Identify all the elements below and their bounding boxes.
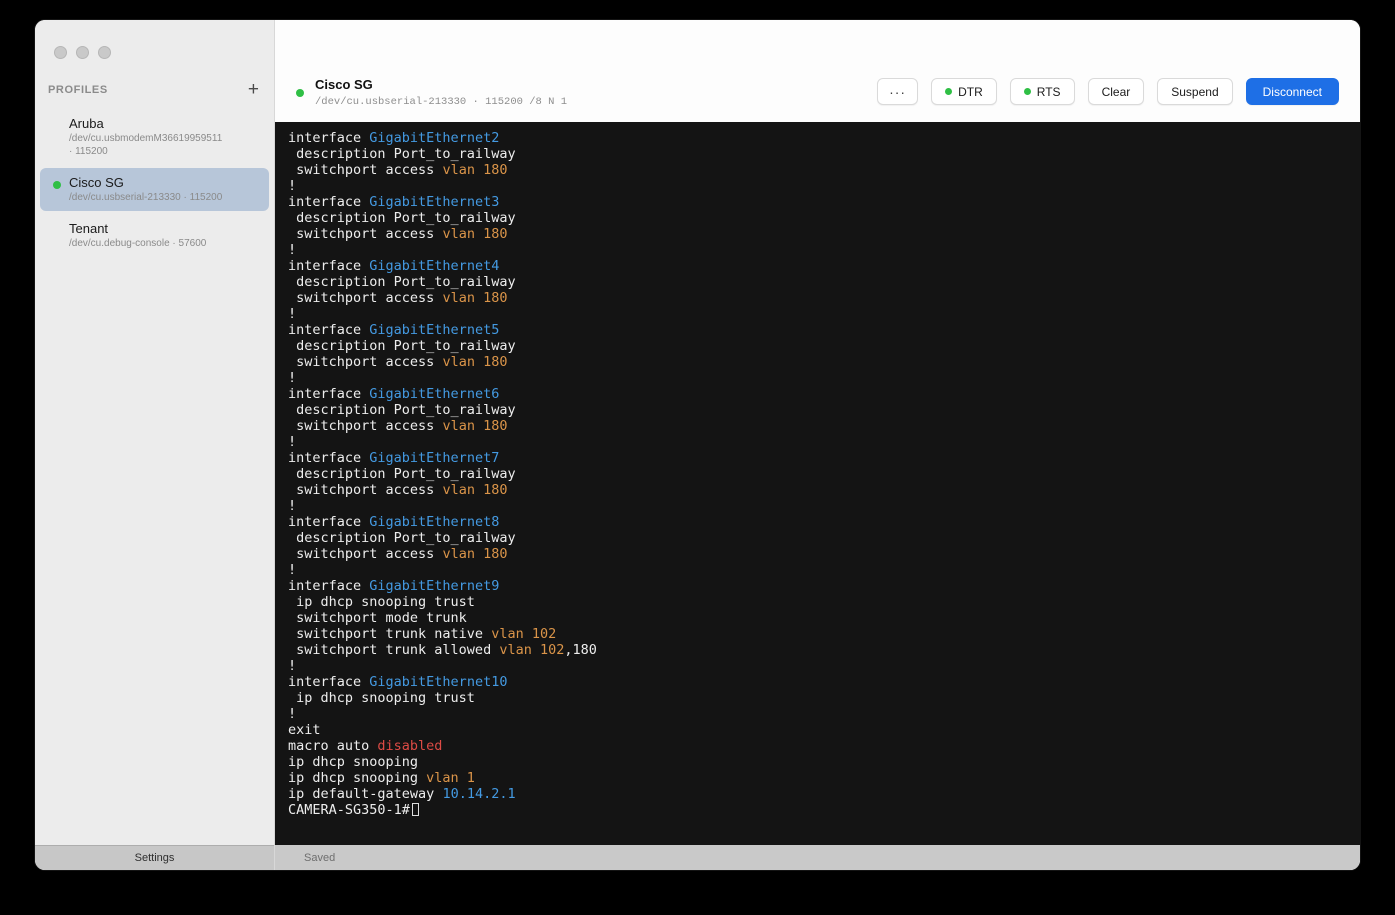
profile-name: Tenant [69, 221, 109, 236]
profile-detail: /dev/cu.usbserial-213330 · 115200 [69, 192, 223, 203]
connection-status-dot [53, 181, 61, 189]
terminal-line: interface GigabitEthernet8 [288, 514, 500, 530]
session-title: Cisco SG [315, 77, 373, 92]
terminal-line: ! [288, 706, 297, 722]
add-profile-button[interactable]: + [245, 80, 262, 99]
profile-list: Aruba/dev/cu.usbmodemM36619959511 · 1152… [35, 107, 274, 845]
main-pane: Cisco SG /dev/cu.usbserial-213330 · 1152… [275, 20, 1360, 870]
profile-detail: /dev/cu.usbmodemM36619959511 · 115200 [69, 133, 223, 157]
profiles-header: PROFILES [48, 84, 108, 96]
session-info: Cisco SG /dev/cu.usbserial-213330 · 1152… [296, 77, 567, 109]
terminal-line: switchport access vlan 180 [288, 482, 508, 498]
terminal-line: interface GigabitEthernet10 [288, 674, 508, 690]
save-status: Saved [304, 851, 336, 864]
session-titles: Cisco SG /dev/cu.usbserial-213330 · 1152… [315, 77, 567, 109]
disconnect-button[interactable]: Disconnect [1245, 78, 1339, 105]
terminal-prompt: CAMERA-SG350-1# [288, 802, 410, 818]
profile-detail: /dev/cu.debug-console · 57600 [69, 238, 207, 249]
dtr-label: DTR [958, 84, 983, 99]
terminal-line: interface GigabitEthernet9 [288, 578, 500, 594]
clear-button[interactable]: Clear [1087, 78, 1145, 105]
dtr-status-icon [945, 88, 953, 95]
connection-status-dot [53, 227, 61, 235]
terminal-line: ip default-gateway 10.14.2.1 [288, 786, 516, 802]
connection-status-dot [53, 122, 61, 130]
settings-button[interactable]: Settings [35, 845, 274, 870]
terminal-line: ! [288, 178, 297, 194]
terminal-line: description Port_to_railway [288, 466, 516, 482]
profile-texts: Tenant/dev/cu.debug-console · 57600 [69, 221, 206, 250]
close-button[interactable] [54, 46, 67, 59]
terminal-line: description Port_to_railway [288, 210, 516, 226]
rts-toggle[interactable]: RTS [1009, 78, 1075, 105]
rts-label: RTS [1036, 84, 1061, 99]
terminal-line: ! [288, 658, 297, 674]
terminal-line: interface GigabitEthernet5 [288, 322, 500, 338]
terminal-line: description Port_to_railway [288, 530, 516, 546]
terminal-line: description Port_to_railway [288, 274, 516, 290]
profile-texts: Aruba/dev/cu.usbmodemM36619959511 · 1152… [69, 116, 222, 158]
session-subtitle: /dev/cu.usbserial-213330 · 115200 /8 N 1 [315, 96, 568, 108]
terminal-line: ip dhcp snooping trust [288, 690, 475, 706]
more-options-button[interactable]: ··· [877, 78, 919, 105]
terminal-line: interface GigabitEthernet4 [288, 258, 500, 274]
suspend-button[interactable]: Suspend [1157, 78, 1233, 105]
terminal-line: switchport trunk allowed vlan 102,180 [288, 642, 597, 658]
terminal-line: switchport access vlan 180 [288, 418, 508, 434]
terminal-line: ! [288, 434, 297, 450]
profile-item[interactable]: Aruba/dev/cu.usbmodemM36619959511 · 1152… [40, 109, 269, 165]
terminal-line: ! [288, 306, 297, 322]
terminal-line: macro auto disabled [288, 738, 443, 754]
terminal-line: description Port_to_railway [288, 146, 516, 162]
terminal-line: interface GigabitEthernet3 [288, 194, 500, 210]
session-actions: ··· DTR RTS Clear Suspend Disconnect [877, 78, 1339, 105]
terminal-line: switchport access vlan 180 [288, 226, 508, 242]
terminal-line: switchport access vlan 180 [288, 162, 508, 178]
terminal-line: switchport access vlan 180 [288, 290, 508, 306]
terminal-line: switchport access vlan 180 [288, 354, 508, 370]
status-bar: Saved [275, 845, 1360, 870]
dtr-toggle[interactable]: DTR [931, 78, 997, 105]
terminal-line: ip dhcp snooping vlan 1 [288, 770, 475, 786]
terminal-line: switchport mode trunk [288, 610, 467, 626]
profile-item[interactable]: Tenant/dev/cu.debug-console · 57600 [40, 214, 269, 257]
rts-status-icon [1023, 88, 1031, 95]
terminal-prompt-line: CAMERA-SG350-1# [288, 802, 1347, 818]
terminal-cursor [411, 803, 419, 816]
terminal-line: ! [288, 562, 297, 578]
profile-texts: Cisco SG/dev/cu.usbserial-213330 · 11520… [69, 175, 222, 204]
terminal-line: description Port_to_railway [288, 338, 516, 354]
profile-name: Aruba [69, 116, 104, 131]
terminal-line: ip dhcp snooping trust [288, 594, 475, 610]
terminal-line: description Port_to_railway [288, 402, 516, 418]
terminal-line: interface GigabitEthernet7 [288, 450, 500, 466]
settings-label: Settings [134, 852, 175, 864]
profiles-header-row: PROFILES + [35, 59, 274, 107]
terminal-line: ! [288, 498, 297, 514]
terminal-line: switchport access vlan 180 [288, 546, 508, 562]
terminal-line: ! [288, 242, 297, 258]
terminal-line: exit [288, 722, 321, 738]
profile-name: Cisco SG [69, 175, 124, 190]
terminal-output[interactable]: interface GigabitEthernet2 description P… [275, 122, 1360, 845]
terminal-line: interface GigabitEthernet2 [288, 130, 500, 146]
connected-status-icon [296, 89, 304, 97]
app-window: PROFILES + Aruba/dev/cu.usbmodemM3661995… [35, 20, 1360, 870]
terminal-line: ! [288, 370, 297, 386]
terminal-line: switchport trunk native vlan 102 [288, 626, 557, 642]
session-header: Cisco SG /dev/cu.usbserial-213330 · 1152… [275, 20, 1360, 122]
sidebar: PROFILES + Aruba/dev/cu.usbmodemM3661995… [35, 20, 275, 870]
zoom-button[interactable] [98, 46, 111, 59]
profile-item[interactable]: Cisco SG/dev/cu.usbserial-213330 · 11520… [40, 168, 269, 211]
terminal-line: ip dhcp snooping [288, 754, 419, 770]
terminal-line: interface GigabitEthernet6 [288, 386, 500, 402]
minimize-button[interactable] [76, 46, 89, 59]
window-controls [35, 20, 274, 59]
